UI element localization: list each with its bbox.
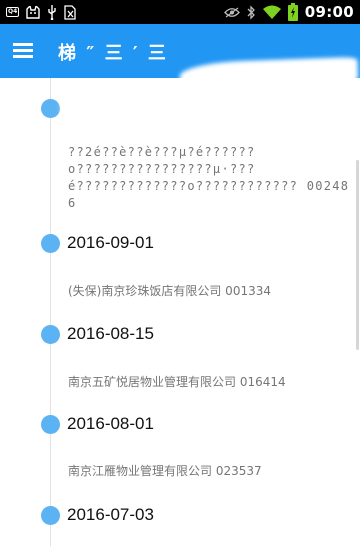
timeline-list[interactable]: ??2é??è??è???μ?é??????o????????????????μ… bbox=[0, 78, 360, 546]
status-bar: Q4 09:00 bbox=[0, 0, 360, 24]
timeline-entry[interactable]: ??2é??è??è???μ?é??????o????????????????μ… bbox=[0, 78, 360, 218]
hamburger-menu-icon[interactable] bbox=[13, 41, 35, 61]
timeline-date: 2016-07-03 bbox=[67, 505, 154, 524]
timeline-dot bbox=[41, 99, 60, 118]
bluetooth-icon bbox=[247, 4, 256, 20]
cat-app-icon bbox=[26, 5, 40, 19]
timeline-detail: 南京五矿悦居物业管理有限公司 016414 bbox=[68, 375, 286, 389]
timeline-dot bbox=[41, 506, 60, 525]
no-document-icon bbox=[64, 4, 77, 20]
timeline-dot bbox=[41, 415, 60, 434]
timeline-dot bbox=[41, 325, 60, 344]
timeline-detail: (失保)南京珍珠饭店有限公司 001334 bbox=[68, 284, 271, 298]
sim-card-icon: Q4 bbox=[6, 7, 20, 17]
wifi-icon bbox=[262, 5, 281, 19]
scrollbar-thumb[interactable] bbox=[356, 160, 359, 350]
timeline-detail: ??2é??è??è???μ?é??????o????????????????μ… bbox=[68, 145, 350, 210]
usb-icon bbox=[47, 4, 57, 20]
page-title: 梯 ″ 三 ′ 三 bbox=[58, 43, 168, 64]
sim-badge: Q4 bbox=[6, 7, 20, 17]
timeline-entry[interactable]: 2016-08-15 南京五矿悦居物业管理有限公司 016414 bbox=[0, 318, 360, 398]
timeline-date: 2016-08-15 bbox=[67, 324, 154, 343]
timeline-entry[interactable]: 2016-07-03 bbox=[0, 499, 360, 546]
status-clock: 09:00 bbox=[304, 3, 354, 21]
timeline-entry[interactable]: 2016-08-01 南京江雁物业管理有限公司 023537 bbox=[0, 408, 360, 488]
battery-charging-icon bbox=[287, 3, 298, 21]
eye-icon bbox=[223, 7, 240, 18]
timeline-date: 2016-08-01 bbox=[67, 414, 154, 433]
timeline-dot bbox=[41, 234, 60, 253]
timeline-entry[interactable]: 2016-09-01 (失保)南京珍珠饭店有限公司 001334 bbox=[0, 226, 360, 306]
timeline-detail: 南京江雁物业管理有限公司 023537 bbox=[68, 464, 262, 478]
date-obscured-area bbox=[62, 92, 182, 118]
timeline-date: 2016-09-01 bbox=[67, 233, 154, 252]
